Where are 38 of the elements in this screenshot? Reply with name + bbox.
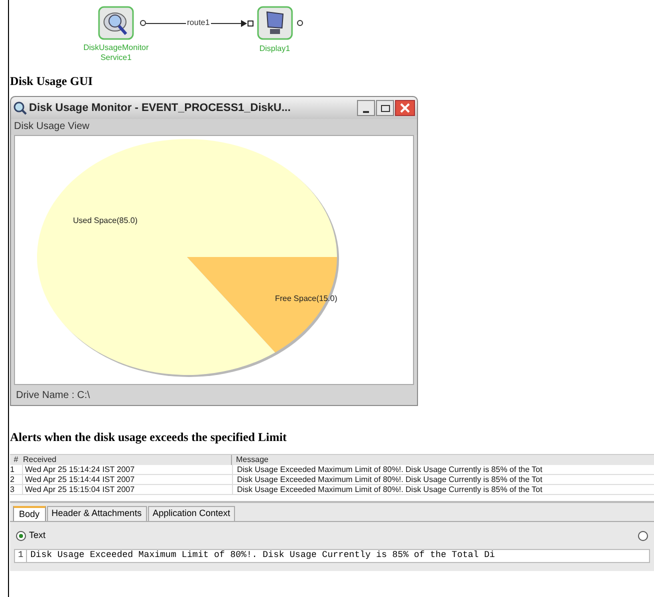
column-header[interactable]: # (10, 455, 22, 465)
table-cell: Disk Usage Exceeded Maximum Limit of 80%!. Disk Usage Currently is 85% of the Tot (232, 485, 542, 494)
table-cell: Wed Apr 25 15:14:44 IST 2007 (22, 475, 232, 484)
line-number: 1 (15, 549, 28, 563)
column-header[interactable]: Received (22, 455, 232, 465)
radio-label: Text (29, 529, 46, 542)
table-cell: Wed Apr 25 15:14:24 IST 2007 (22, 465, 232, 474)
table-cell: Disk Usage Exceeded Maximum Limit of 80%!. Disk Usage Currently is 85% of the Tot (232, 465, 542, 474)
table-cell-text: 2 (10, 475, 16, 484)
maximize-button[interactable] (376, 100, 394, 116)
close-button[interactable] (395, 100, 415, 116)
tab[interactable]: Header & Attachments (46, 506, 147, 521)
magnifier-icon (13, 101, 27, 115)
window-title: Disk Usage Monitor - EVENT_PROCESS1_DiskU... (29, 100, 292, 116)
tab[interactable]: Body (13, 506, 46, 521)
table-cell: Disk Usage Exceeded Maximum Limit of 80%!. Disk Usage Currently is 85% of the Tot (232, 475, 542, 484)
radio-button[interactable] (638, 531, 648, 541)
port-icon (296, 20, 303, 26)
radio-button[interactable] (16, 531, 26, 541)
view-header: Disk Usage View (11, 119, 417, 135)
section-heading: Alerts when the disk usage exceeds the specified Limit (10, 429, 288, 446)
column-header[interactable]: Message (232, 455, 268, 465)
monitor-icon[interactable] (256, 6, 293, 40)
node-label: DiskUsageMonitorService1 (82, 43, 150, 63)
drive-name-label: Drive Name : C:\ (16, 388, 90, 402)
table-cell-text: 3 (10, 485, 16, 494)
minimize-button[interactable] (357, 100, 375, 116)
tab[interactable]: Application Context (148, 506, 236, 521)
route-label: route1 (186, 17, 211, 29)
magnifier-icon[interactable] (98, 6, 134, 40)
table-cell-text: 1 (10, 465, 16, 474)
section-heading: Disk Usage GUI (10, 73, 94, 90)
node-label: Display1 (259, 43, 290, 55)
slice-label: Used Space(85.0) (73, 216, 138, 225)
table-cell: Wed Apr 25 15:15:04 IST 2007 (22, 485, 232, 494)
close-icon (400, 103, 410, 113)
arrow-icon (240, 20, 254, 26)
code-line: Disk Usage Exceeded Maximum Limit of 80%!. Disk Usage Currently is 85% of the Total Di (29, 549, 495, 562)
